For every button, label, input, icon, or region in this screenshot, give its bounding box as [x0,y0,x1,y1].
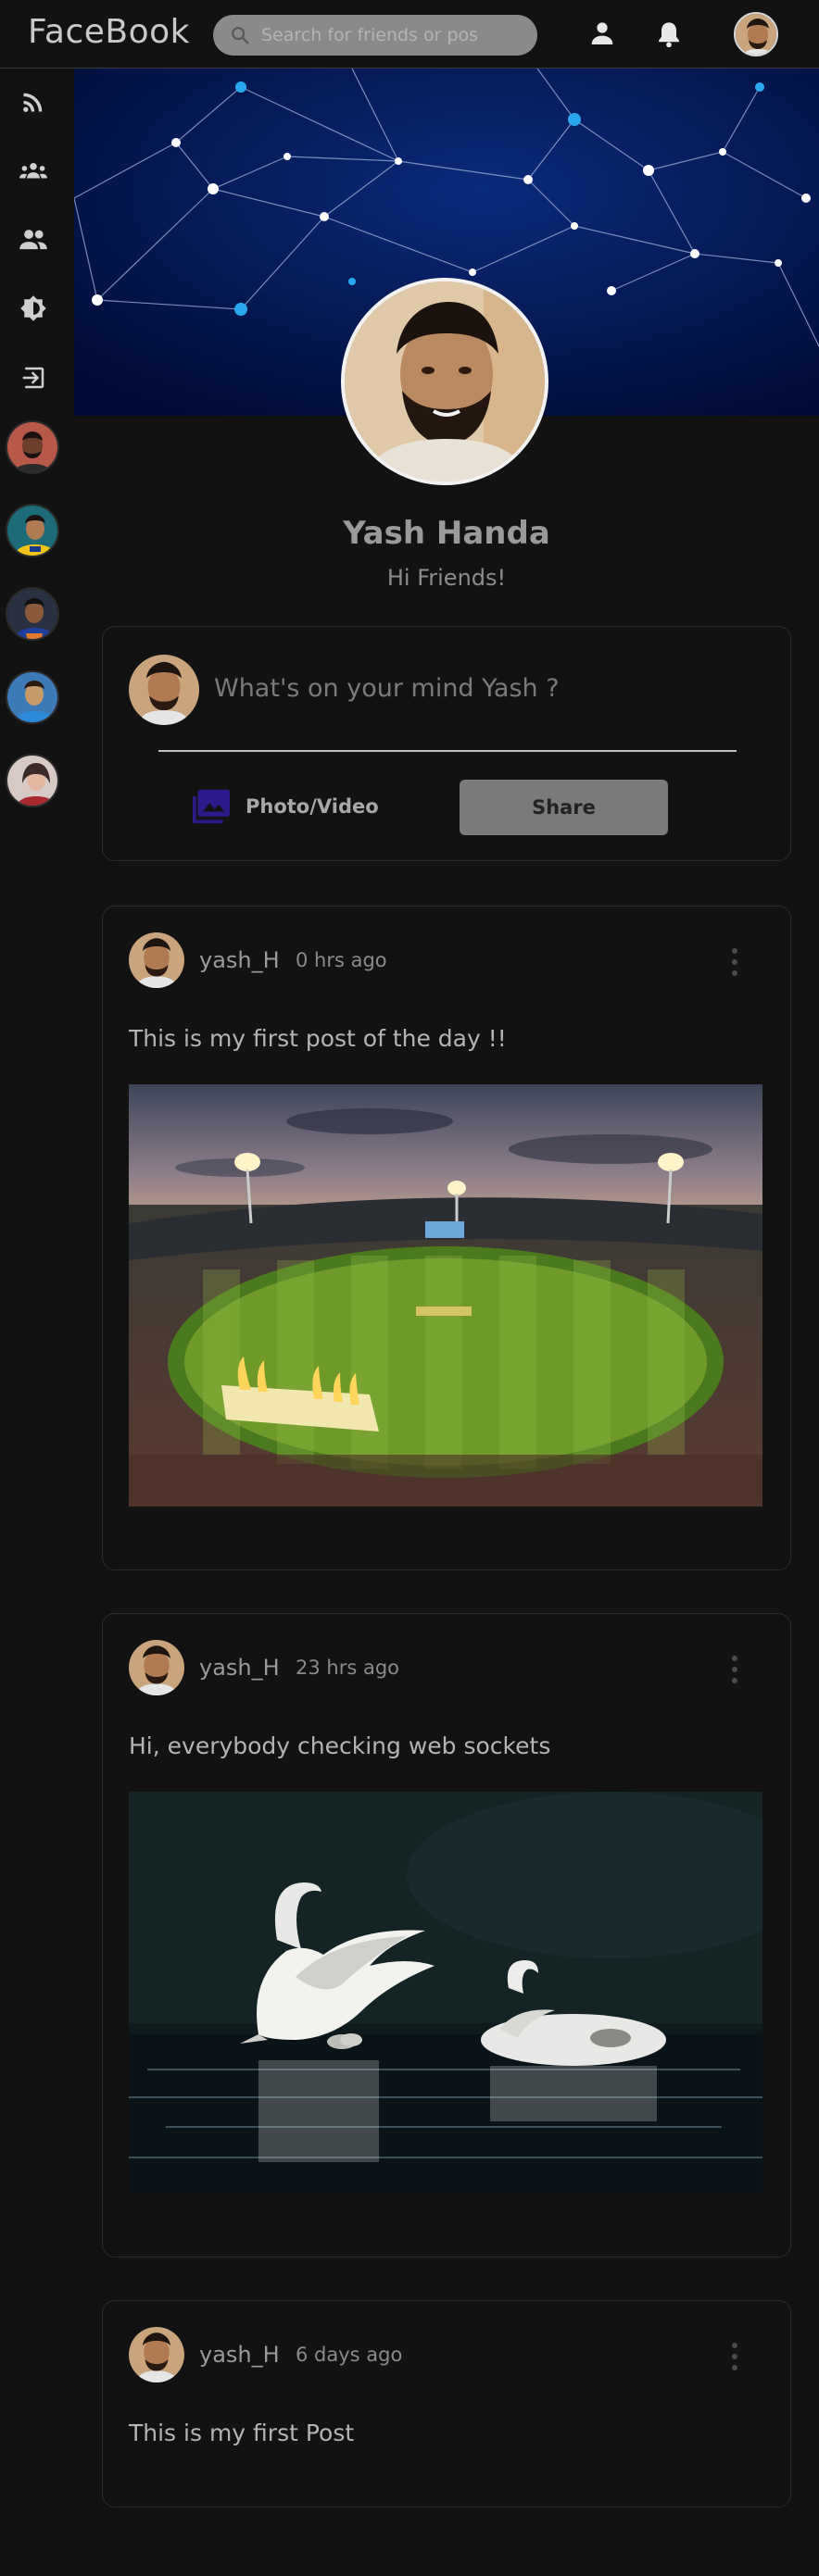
search-bar[interactable] [213,15,537,56]
sidebar-item-friends[interactable] [19,224,48,254]
post-username[interactable]: yash_H [199,1655,280,1681]
theme-toggle-icon [20,295,46,321]
search-input[interactable] [261,22,525,48]
post-text: This is my first Post [129,2420,355,2446]
sidebar-item-feed[interactable] [19,87,48,117]
profile-picture[interactable] [341,278,548,485]
photo-library-icon [193,789,230,824]
photo-video-option[interactable]: Photo/Video [190,788,379,825]
friend-avatar[interactable] [6,754,59,807]
app-logo[interactable]: FaceBook [28,13,190,51]
groups-icon [19,163,47,179]
post-more-menu-icon[interactable] [724,1653,746,1686]
friends-icon [19,230,47,250]
composer-avatar [129,655,199,725]
post-composer: Photo/Video Share [102,626,791,861]
sidebar-item-theme[interactable] [19,294,48,323]
post-timestamp: 6 days ago [296,2344,403,2366]
friend-avatar[interactable] [6,670,59,724]
post-image[interactable] [129,1084,762,1507]
profile-icon[interactable] [587,19,617,48]
sidebar-item-groups[interactable] [19,156,48,185]
friend-avatar[interactable] [6,420,59,474]
search-icon [232,27,249,44]
rss-feed-icon [23,93,43,112]
share-button[interactable]: Share [460,780,668,835]
post-card: yash_H 0 hrs ago This is my first post o… [102,906,791,1570]
post-author-avatar[interactable] [129,1640,184,1695]
post-timestamp: 23 hrs ago [296,1657,400,1679]
friend-avatar[interactable] [6,587,59,641]
post-username[interactable]: yash_H [199,2342,280,2368]
post-text: Hi, everybody checking web sockets [129,1732,551,1759]
logout-icon [22,367,44,389]
post-author-avatar[interactable] [129,932,184,988]
profile-name: Yash Handa [343,515,550,552]
post-author-avatar[interactable] [129,2327,184,2382]
profile-status: Hi Friends! [386,565,507,591]
post-username[interactable]: yash_H [199,947,280,973]
photo-video-label: Photo/Video [246,795,379,818]
friend-avatar[interactable] [6,504,59,557]
top-bar: FaceBook [0,0,819,69]
composer-divider [158,750,737,752]
post-timestamp: 0 hrs ago [296,949,387,971]
post-more-menu-icon[interactable] [724,2340,746,2373]
post-card: yash_H 23 hrs ago Hi, everybody checking… [102,1613,791,2257]
sidebar [0,69,72,2576]
sidebar-item-logout[interactable] [19,363,48,393]
notification-bell-icon[interactable] [654,19,684,50]
user-avatar[interactable] [734,12,778,56]
post-more-menu-icon[interactable] [724,945,746,979]
post-image[interactable] [129,1792,762,2194]
status-input[interactable] [214,669,751,707]
post-text: This is my first post of the day !! [129,1025,507,1052]
post-card: yash_H 6 days ago This is my first Post [102,2300,791,2507]
